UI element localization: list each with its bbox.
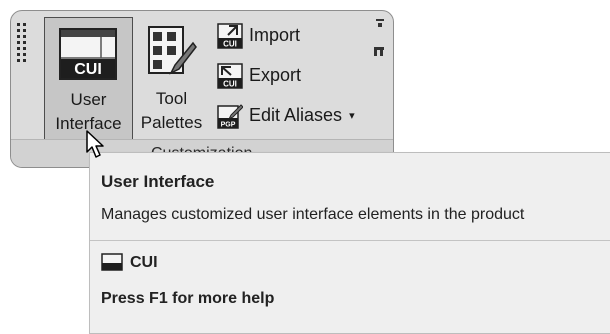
export-label: Export (249, 65, 302, 85)
edit-aliases-label: Edit Aliases (249, 105, 343, 125)
import-button[interactable]: CUI Import (217, 19, 377, 53)
tool-palettes-button[interactable]: Tool Palettes (133, 17, 210, 145)
import-label: Import (249, 25, 301, 45)
tooltip-popup: User Interface Manages customized user i… (89, 152, 610, 334)
tooltip-title: User Interface (101, 172, 215, 191)
import-icon-text: CUI (223, 40, 237, 49)
tooltip-description: Manages customized user interface elemen… (101, 206, 525, 223)
tooltip-command-name: CUI (130, 254, 158, 271)
tool-palettes-icon (147, 25, 197, 82)
edit-aliases-button[interactable]: PGP Edit Aliases ▾ (217, 99, 377, 133)
tool-palettes-label-line1: Tool (155, 89, 188, 108)
cui-export-icon: CUI (217, 63, 243, 94)
export-button[interactable]: CUI Export (217, 59, 377, 93)
user-interface-label-line1: User (70, 90, 107, 109)
cui-window-icon: CUI (59, 28, 117, 85)
pgp-icon-text: PGP (221, 122, 236, 129)
tooltip-divider (90, 240, 610, 241)
export-icon-text: CUI (223, 80, 237, 89)
tooltip-help-text: Press F1 for more help (101, 290, 275, 307)
cui-import-icon: CUI (217, 23, 243, 54)
chevron-down-icon[interactable]: ▾ (349, 110, 355, 122)
user-interface-button[interactable]: CUI User Interface (44, 17, 133, 147)
cui-icon-text: CUI (74, 61, 102, 78)
mouse-pointer-icon (86, 130, 106, 165)
panel-grip-handle[interactable] (17, 23, 31, 63)
tool-palettes-label-line2: Palettes (140, 113, 203, 132)
customization-ribbon-panel: CUI User Interface Tool Palettes CUI Imp… (10, 10, 394, 168)
command-icon (101, 253, 123, 276)
pgp-icon: PGP (217, 103, 244, 134)
